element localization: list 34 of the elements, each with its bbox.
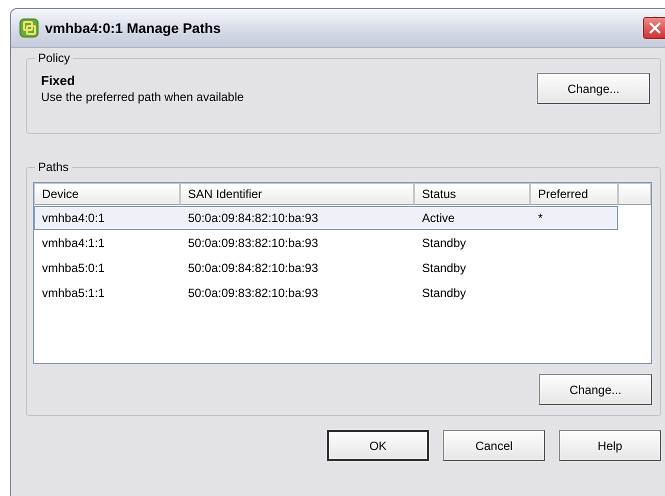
window-title: vmhba4:0:1 Manage Paths xyxy=(45,20,222,36)
change-button[interactable]: Change... xyxy=(537,73,650,104)
table-cell-text: Standby xyxy=(421,261,468,275)
app-icon xyxy=(19,18,39,38)
dialog-button[interactable]: OK xyxy=(327,430,429,461)
table-cell-text: 50:0a:09:83:82:10:ba:93 xyxy=(187,286,320,300)
close-button[interactable] xyxy=(643,17,665,39)
dialog-button[interactable]: Cancel xyxy=(443,430,545,461)
table-cell-text: 50:0a:09:84:82:10:ba:93 xyxy=(187,261,320,275)
table-cell-text: Active xyxy=(421,211,456,225)
group-legend: Policy xyxy=(35,51,74,65)
dialog-button[interactable]: Help xyxy=(559,430,661,461)
close-icon xyxy=(649,22,661,34)
table-cell-text: vmhba5:1:1 xyxy=(41,286,106,300)
column-header[interactable]: Preferred xyxy=(530,183,618,205)
table-cell-text: 50:0a:09:84:82:10:ba:93 xyxy=(187,211,320,225)
path-row[interactable]: vmhba5:0:1 50:0a:09:84:82:10:ba:93 Standby xyxy=(34,256,618,280)
path-row[interactable]: vmhba4:1:1 50:0a:09:83:82:10:ba:93 Standby xyxy=(34,231,618,255)
change-button[interactable]: Change... xyxy=(539,374,652,405)
table-cell-text: Standby xyxy=(421,236,468,250)
group-legend: Paths xyxy=(35,160,72,174)
path-row[interactable]: vmhba4:0:1 50:0a:09:84:82:10:ba:93 Active * xyxy=(34,206,618,230)
table-cell-text: vmhba5:0:1 xyxy=(41,261,106,275)
table-cell-text: * xyxy=(537,211,544,225)
table-cell-text: vmhba4:1:1 xyxy=(41,236,106,250)
column-header[interactable]: SAN Identifier xyxy=(180,183,414,205)
policy-name: Fixed xyxy=(41,73,76,88)
column-header[interactable]: Status xyxy=(414,183,530,205)
table-cell-text: Standby xyxy=(421,286,468,300)
table-cell-text: vmhba4:0:1 xyxy=(41,211,106,225)
table-cell-text: 50:0a:09:83:82:10:ba:93 xyxy=(187,236,320,250)
column-header[interactable]: Device xyxy=(34,183,180,205)
path-row[interactable]: vmhba5:1:1 50:0a:09:83:82:10:ba:93 Standby xyxy=(34,281,618,305)
policy-description: Use the preferred path when available xyxy=(41,90,244,104)
